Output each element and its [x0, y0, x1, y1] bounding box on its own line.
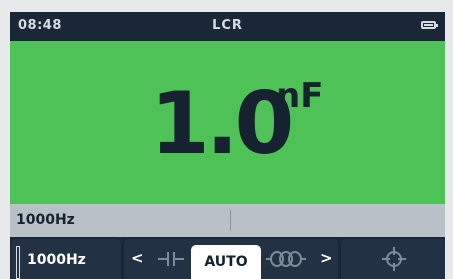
- status-bar: 08:48 LCR: [10, 12, 445, 41]
- frequency-softkey-label: 1000Hz: [27, 252, 86, 268]
- frequency-marker: [16, 246, 20, 279]
- reading-panel: 1.0 nF: [10, 41, 445, 204]
- reading-unit: nF: [276, 76, 324, 116]
- crosshair-icon: [382, 247, 406, 271]
- test-frequency-readout: 1000Hz: [16, 212, 75, 228]
- component-mode-softkey[interactable]: < AUTO >: [124, 239, 338, 279]
- inductor-icon[interactable]: [266, 248, 306, 270]
- meter-screen: 08:48 LCR 1.0 nF 1000Hz 1000Hz < AUTO >: [10, 12, 445, 279]
- auto-mode-button[interactable]: AUTO: [191, 245, 261, 279]
- mode-title: LCR: [212, 18, 243, 33]
- chevron-right-icon[interactable]: >: [320, 249, 333, 267]
- info-divider: [230, 210, 231, 231]
- info-bar: 1000Hz: [10, 204, 445, 237]
- target-softkey[interactable]: [341, 239, 445, 279]
- reading-value: 1.0: [150, 74, 294, 174]
- chevron-left-icon[interactable]: <: [131, 249, 144, 267]
- frequency-softkey[interactable]: 1000Hz: [11, 239, 121, 279]
- battery-icon: [421, 21, 438, 29]
- softkey-bar: 1000Hz < AUTO >: [10, 237, 445, 279]
- capacitor-icon[interactable]: [156, 248, 186, 270]
